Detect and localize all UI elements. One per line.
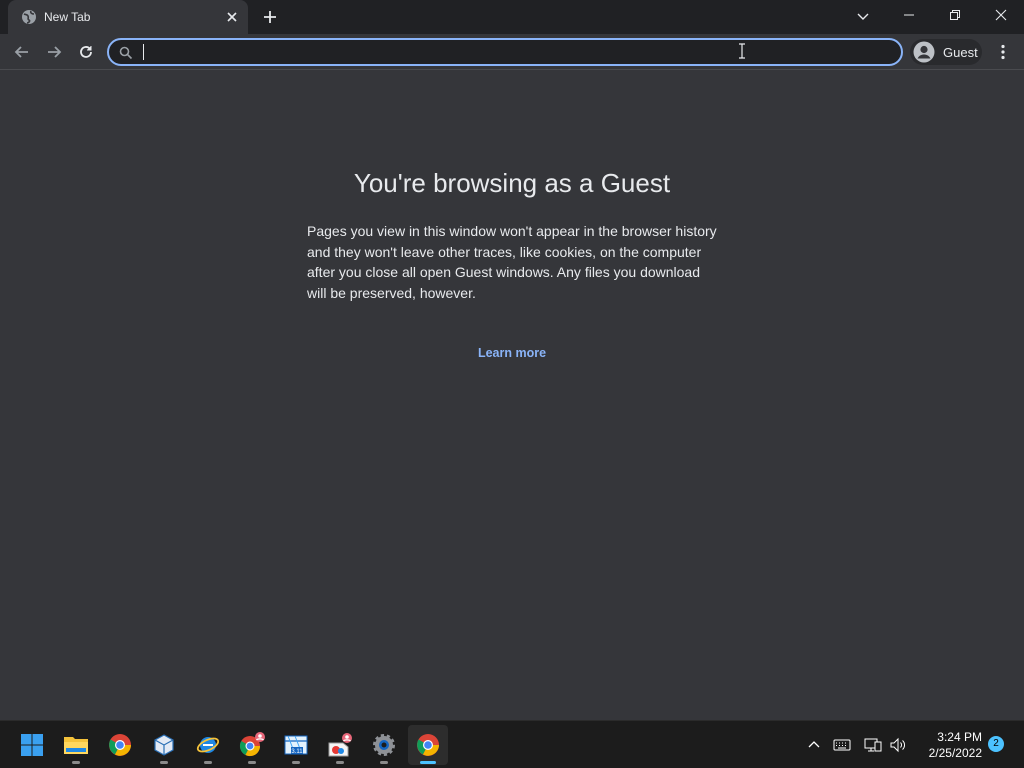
chrome-icon <box>109 734 131 756</box>
text-caret <box>143 44 144 60</box>
close-window-button[interactable] <box>978 0 1024 30</box>
minimize-button[interactable] <box>886 0 932 30</box>
minimize-icon <box>904 14 914 16</box>
taskbar-internet-explorer[interactable] <box>188 725 228 765</box>
learn-more-link[interactable]: Learn more <box>0 346 1024 360</box>
taskbar-clock[interactable]: 3:24 PM 2/25/2022 <box>918 729 982 761</box>
tray-overflow-button[interactable] <box>805 736 823 754</box>
reload-icon <box>80 46 92 58</box>
active-indicator <box>420 761 436 764</box>
reload-button[interactable] <box>75 41 97 63</box>
forward-button[interactable] <box>43 41 65 63</box>
ibeam-cursor-icon <box>739 43 745 59</box>
tab-new-tab[interactable]: New Tab <box>8 0 248 34</box>
tab-title: New Tab <box>44 10 91 24</box>
clock-date: 2/25/2022 <box>928 746 982 760</box>
running-indicator <box>292 761 300 764</box>
kebab-menu-icon <box>1001 44 1005 60</box>
guest-page: You're browsing as a Guest Pages you vie… <box>0 71 1024 720</box>
app-badge-label: 3.11 <box>291 749 303 755</box>
taskbar-app-311[interactable]: 3.11 <box>276 725 316 765</box>
taskbar-file-explorer[interactable] <box>56 725 96 765</box>
running-indicator <box>204 761 212 764</box>
chevron-up-icon <box>808 741 820 748</box>
gear-icon <box>373 734 395 756</box>
arrow-left-icon <box>14 46 28 58</box>
arrow-right-icon <box>48 46 62 58</box>
taskbar-paint-app[interactable] <box>320 725 360 765</box>
running-indicator <box>380 761 388 764</box>
search-icon <box>119 46 133 60</box>
browser-menu-button[interactable] <box>994 41 1012 63</box>
close-icon[interactable] <box>224 9 240 25</box>
taskbar-chrome-active[interactable] <box>408 725 448 765</box>
browser-toolbar: Guest <box>0 34 1024 70</box>
taskbar-chrome[interactable] <box>100 725 140 765</box>
restore-icon <box>950 10 960 20</box>
profile-label: Guest <box>943 45 978 60</box>
back-button[interactable] <box>11 41 33 63</box>
tray-network-button[interactable] <box>864 736 882 754</box>
guest-description: Pages you view in this window won't appe… <box>307 223 717 302</box>
folder-icon <box>64 737 88 754</box>
cube-icon <box>154 734 174 756</box>
app-icon: 3.11 <box>284 735 308 755</box>
running-indicator <box>248 761 256 764</box>
tab-search-chevron-icon[interactable] <box>854 7 872 25</box>
restore-button[interactable] <box>932 0 978 30</box>
new-tab-button[interactable] <box>260 7 280 27</box>
paint-icon <box>328 733 352 757</box>
ie-icon <box>196 737 220 753</box>
windows-start-icon <box>21 734 43 756</box>
keyboard-icon <box>833 739 851 751</box>
running-indicator <box>336 761 344 764</box>
chrome-icon <box>417 734 439 756</box>
avatar-icon <box>913 41 935 63</box>
address-bar[interactable] <box>107 38 903 66</box>
taskbar-virtualbox[interactable] <box>144 725 184 765</box>
network-icon <box>864 738 882 752</box>
taskbar: 3.11 3:24 PM 2/25/2022 2 <box>0 720 1024 768</box>
start-button[interactable] <box>12 725 52 765</box>
taskbar-settings[interactable] <box>364 725 404 765</box>
profile-button[interactable]: Guest <box>910 39 982 65</box>
page-title: You're browsing as a Guest <box>353 168 671 198</box>
close-icon <box>995 9 1007 21</box>
running-indicator <box>160 761 168 764</box>
notification-badge[interactable]: 2 <box>988 736 1004 752</box>
clock-time: 3:24 PM <box>937 730 982 744</box>
chrome-icon <box>239 732 265 757</box>
speaker-icon <box>890 737 905 753</box>
tray-keyboard-button[interactable] <box>833 736 851 754</box>
running-indicator <box>72 761 80 764</box>
taskbar-chrome-profile[interactable] <box>232 725 272 765</box>
address-input[interactable] <box>143 43 883 61</box>
tray-volume-button[interactable] <box>889 736 907 754</box>
title-bar: New Tab <box>0 0 1024 34</box>
globe-icon <box>22 10 36 24</box>
